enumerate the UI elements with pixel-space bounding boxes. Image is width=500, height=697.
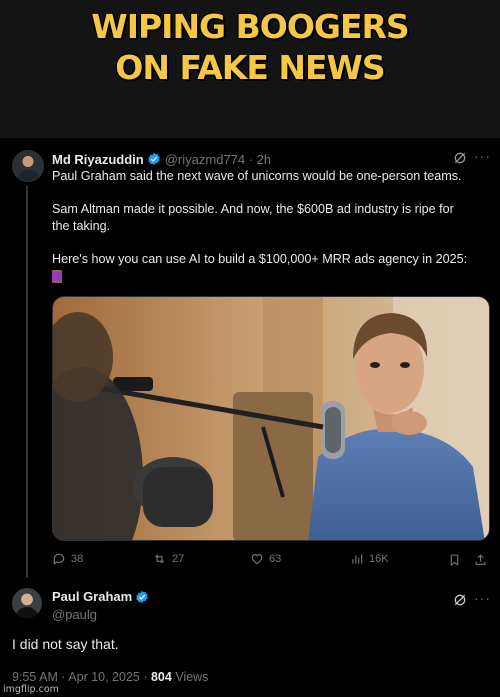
tweet-line: the taking. xyxy=(52,219,111,233)
views-count: 16K xyxy=(369,553,389,565)
tweet-riyazuddin[interactable]: Md Riyazuddin @riyazmd774 · 2h ··· Paul … xyxy=(0,138,500,590)
tweet-views-count: 804 xyxy=(150,670,172,684)
verified-badge-icon xyxy=(136,590,148,603)
grok-icon[interactable] xyxy=(452,150,468,166)
tweet-line: Paul Graham said the next wave of unicor… xyxy=(52,169,462,183)
tweet-photo[interactable] xyxy=(52,296,490,541)
tweet-text: I did not say that. xyxy=(12,636,119,652)
tweet-actions: 38 27 63 16K xyxy=(52,552,490,572)
meme-title-line-2: ON FAKE NEWS xyxy=(115,48,385,87)
share-icon[interactable] xyxy=(474,553,487,567)
avatar[interactable] xyxy=(12,588,42,618)
reply-count: 38 xyxy=(71,553,84,565)
repost-icon xyxy=(155,554,164,564)
thread-connector-line xyxy=(26,186,28,590)
repost-button[interactable]: 27 xyxy=(152,552,184,566)
imgflip-watermark: imgflip.com xyxy=(3,684,59,695)
tweet-meta: 9:55 AM · Apr 10, 2025 · 804 Views xyxy=(12,670,208,684)
author-name[interactable]: Paul Graham xyxy=(52,589,132,604)
tweet-timestamp[interactable]: 9:55 AM · Apr 10, 2025 · xyxy=(12,670,151,684)
podcast-photo-image xyxy=(53,297,489,540)
author-handle-time[interactable]: @riyazmd774 · 2h xyxy=(165,152,271,167)
tweet-views-label: Views xyxy=(171,670,209,684)
meme-title-line-1: WIPING BOOGERS xyxy=(91,7,409,46)
avatar[interactable] xyxy=(12,150,44,182)
reply-icon xyxy=(53,553,65,565)
verified-badge-icon xyxy=(147,152,160,166)
meme-header: WIPING BOOGERS ON FAKE NEWS xyxy=(0,0,500,138)
grok-icon[interactable] xyxy=(452,592,468,608)
like-count: 63 xyxy=(269,553,282,565)
reply-button[interactable]: 38 xyxy=(52,552,83,566)
tweet-line: Here's how you can use AI to build a $10… xyxy=(52,252,468,266)
author-handle[interactable]: @paulg xyxy=(52,607,97,622)
thread-spool-emoji xyxy=(52,270,62,283)
like-button[interactable]: 63 xyxy=(250,552,281,566)
tweet-text: Paul Graham said the next wave of unicor… xyxy=(52,168,490,288)
like-icon xyxy=(251,554,263,565)
tweet-header: Paul Graham xyxy=(52,589,149,604)
meme-title: WIPING BOOGERS ON FAKE NEWS xyxy=(0,6,500,88)
author-name[interactable]: Md Riyazuddin xyxy=(52,152,144,167)
bookmark-icon[interactable] xyxy=(448,553,461,567)
tweet-paul-graham[interactable]: Paul Graham @paulg ··· I did not say tha… xyxy=(0,578,500,697)
views-button[interactable]: 16K xyxy=(350,552,389,566)
more-icon[interactable]: ··· xyxy=(474,148,491,164)
tweet-header: Md Riyazuddin @riyazmd774 · 2h xyxy=(52,150,271,168)
tweet-line: Sam Altman made it possible. And now, th… xyxy=(52,202,454,216)
more-icon[interactable]: ··· xyxy=(474,590,491,606)
repost-count: 27 xyxy=(172,553,185,565)
views-icon xyxy=(352,554,363,564)
